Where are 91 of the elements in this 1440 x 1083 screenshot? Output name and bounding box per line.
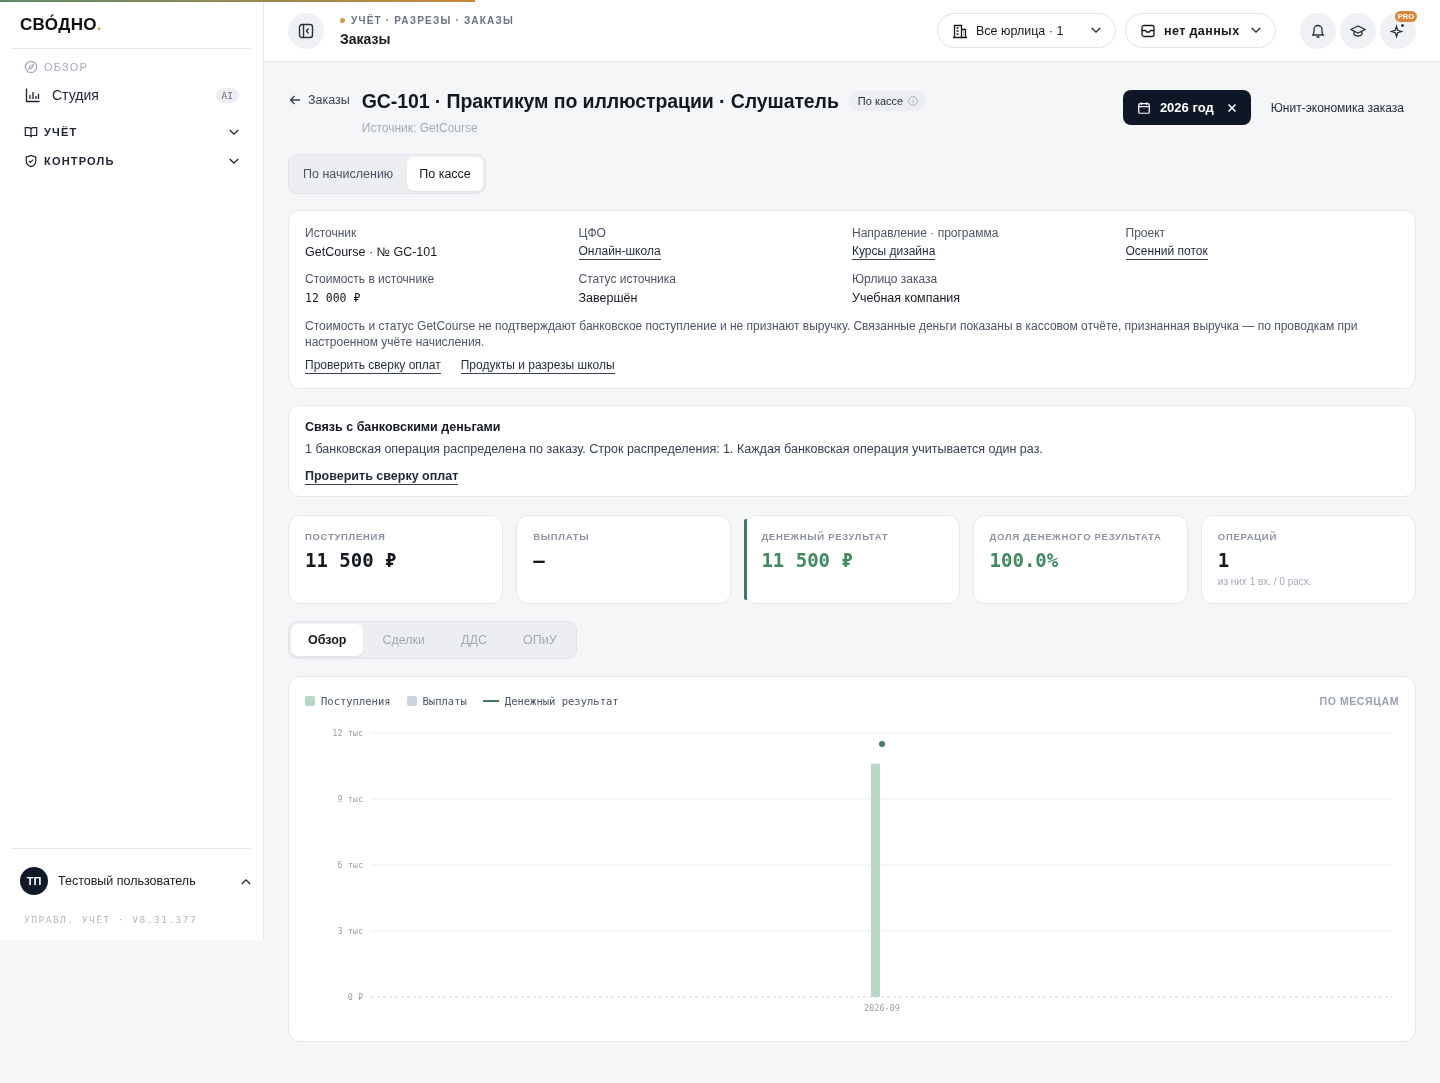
kpi-value: 11 500 ₽ bbox=[305, 548, 397, 572]
field-value: 12 000 ₽ bbox=[305, 290, 361, 307]
nav-item[interactable]: Студия AI bbox=[12, 81, 251, 109]
kpi-label: ОПЕРАЦИЙ bbox=[1217, 530, 1278, 544]
y-axis-label: 12 тыс bbox=[332, 728, 363, 738]
user-menu[interactable]: ТП Тестовый пользователь bbox=[20, 867, 251, 895]
close-icon[interactable] bbox=[1226, 102, 1237, 113]
kpi-value: 100.0% bbox=[989, 548, 1059, 572]
kpi-value: — bbox=[533, 548, 545, 572]
card-text: 1 банковская операция распределена по заказу. Строк распределения: 1. Каждая банковская операция учитывается один раз. bbox=[305, 441, 1044, 457]
granularity-label: ПО МЕСЯЦАМ bbox=[1319, 695, 1399, 707]
avatar: ТП bbox=[20, 867, 48, 895]
source-subtitle: Источник: GetCourse bbox=[361, 121, 478, 135]
user-name: Тестовый пользователь bbox=[58, 874, 197, 888]
version-text: УПРАВЛ. УЧЁТ · V8.31.377 bbox=[24, 914, 198, 925]
info-icon bbox=[908, 96, 919, 106]
chip-label: По кассе bbox=[857, 95, 904, 107]
nav-group[interactable]: УЧЁТ bbox=[12, 122, 251, 142]
learning-button[interactable] bbox=[1340, 12, 1376, 49]
y-axis-label: 0 ₽ bbox=[347, 992, 363, 1002]
legal-entity-select[interactable]: Все юрлица · 1 bbox=[937, 13, 1116, 48]
y-axis-label: 9 тыс bbox=[337, 794, 363, 804]
y-axis-label: 6 тыс bbox=[337, 860, 363, 870]
sparkles-icon bbox=[1390, 22, 1406, 39]
period-filter-chip[interactable]: 2026 год bbox=[1122, 90, 1251, 125]
unit-economics-link[interactable]: Юнит-экономика заказа bbox=[1258, 90, 1416, 125]
result-point-marker bbox=[879, 741, 885, 747]
book-icon bbox=[24, 125, 38, 139]
notifications-button[interactable] bbox=[1300, 12, 1336, 49]
legend-swatch-icon bbox=[305, 696, 315, 706]
bar-chart-icon bbox=[25, 87, 41, 103]
field-label: Юрлицо заказа bbox=[852, 271, 939, 287]
ai-badge: AI bbox=[215, 87, 239, 103]
legend-label: Денежный результат bbox=[504, 695, 619, 707]
kpi-label: ПОСТУПЛЕНИЯ bbox=[305, 530, 387, 544]
period-label: 2026 год bbox=[1159, 100, 1214, 115]
status-dot-icon bbox=[340, 17, 345, 23]
disclaimer-text: Стоимость и статус GetCourse не подтверждают банковское поступление и не признают выручку. Связанные деньги показаны в кассовом отчёте, признанная выручка — по проводкам при настроенном учёте начисления. bbox=[305, 318, 1359, 350]
bell-icon bbox=[1310, 22, 1326, 39]
page-title: Заказы bbox=[340, 30, 391, 47]
field-link[interactable]: Осенний поток bbox=[1125, 243, 1208, 260]
chevron-down-icon bbox=[1251, 27, 1261, 34]
chevron-down-icon bbox=[1091, 27, 1101, 34]
kpi-value: 11 500 ₽ bbox=[761, 548, 853, 572]
field-label: Источник bbox=[305, 225, 358, 241]
inbox-icon bbox=[1140, 22, 1156, 39]
nav-group-label: КОНТРОЛЬ bbox=[44, 155, 116, 167]
field-label: Статус источника bbox=[578, 271, 677, 287]
view-tab[interactable]: Обзор bbox=[291, 624, 364, 656]
kpi-label: ВЫПЛАТЫ bbox=[533, 530, 591, 544]
order-title: GC-101 · Практикум по иллюстрации · Слушатель bbox=[361, 89, 839, 113]
field-value: GetCourse · № GC-101 bbox=[305, 244, 438, 261]
nav-group[interactable]: КОНТРОЛЬ bbox=[12, 151, 251, 171]
nav-group-label: УЧЁТ bbox=[44, 126, 79, 138]
data-source-select[interactable]: нет данных bbox=[1125, 13, 1276, 48]
panel-collapse-icon bbox=[298, 22, 314, 39]
text-link[interactable]: Проверить сверку оплат bbox=[305, 469, 459, 485]
back-link[interactable]: Заказы bbox=[289, 92, 350, 108]
sidebar-toggle-button[interactable] bbox=[288, 12, 324, 49]
field-label: ЦФО bbox=[578, 225, 607, 241]
field-label: Направление · программа bbox=[852, 225, 1000, 241]
kpi-label: ДОЛЯ ДЕНЕЖНОГО РЕЗУЛЬТАТА bbox=[989, 530, 1163, 544]
nav-item-label: Студия bbox=[52, 87, 100, 103]
field-link[interactable]: Курсы дизайна bbox=[852, 243, 936, 260]
legend-label: Поступления bbox=[321, 695, 391, 707]
legend-line-icon bbox=[482, 700, 499, 702]
card-title: Связь с банковскими деньгами bbox=[305, 419, 502, 435]
field-value: Завершён bbox=[578, 290, 638, 307]
field-label: Проект bbox=[1125, 225, 1167, 241]
legend-label: Выплаты bbox=[422, 695, 467, 707]
breadcrumb: УЧЁТ · РАЗРЕЗЫ · ЗАКАЗЫ bbox=[351, 14, 514, 26]
kpi-note: из них 1 вх. / 0 расх. bbox=[1217, 576, 1313, 587]
field-value: Учебная компания bbox=[852, 290, 961, 307]
text-link[interactable]: Проверить сверку оплат bbox=[305, 358, 441, 374]
text-link[interactable]: Продукты и разрезы школы bbox=[460, 358, 615, 374]
assistant-button[interactable] bbox=[1380, 12, 1416, 49]
kpi-label: ДЕНЕЖНЫЙ РЕЗУЛЬТАТ bbox=[761, 530, 890, 544]
x-axis-label: 2026-09 bbox=[864, 1003, 900, 1013]
calendar-icon bbox=[1136, 100, 1151, 115]
field-label: Стоимость в источнике bbox=[305, 271, 436, 287]
compass-icon bbox=[24, 60, 38, 74]
shield-check-icon bbox=[24, 154, 38, 168]
kpi-value: 1 bbox=[1217, 548, 1230, 572]
y-axis-label: 3 тыс bbox=[337, 926, 363, 936]
basis-tab[interactable]: По начислению bbox=[291, 157, 406, 191]
legend-swatch-icon bbox=[406, 696, 417, 706]
logo[interactable]: СВО́ДНО. bbox=[20, 14, 102, 36]
basis-tab[interactable]: По кассе bbox=[407, 157, 483, 191]
field-link[interactable]: Онлайн-школа bbox=[578, 243, 661, 260]
arrow-left-icon bbox=[289, 94, 301, 106]
building-icon bbox=[952, 22, 968, 39]
